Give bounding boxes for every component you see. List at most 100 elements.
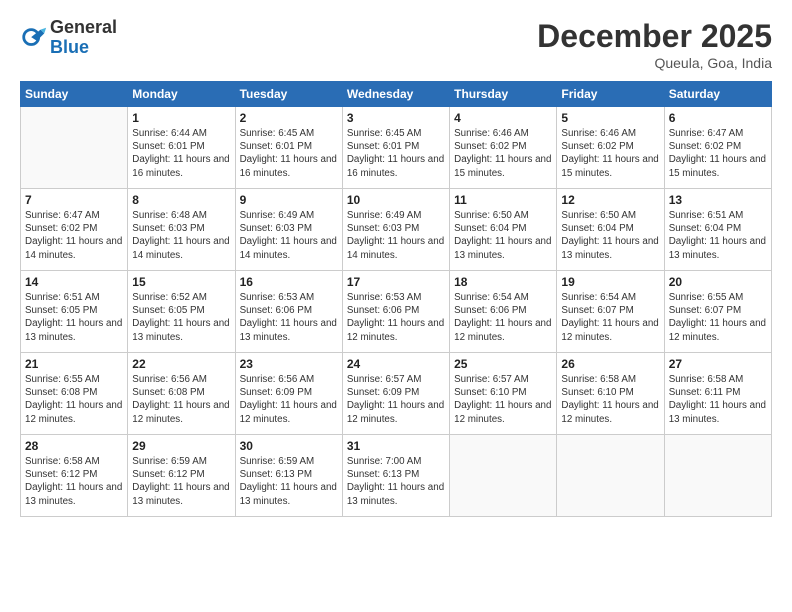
calendar-cell: 27 Sunrise: 6:58 AMSunset: 6:11 PMDayligh… xyxy=(664,353,771,435)
calendar-cell: 7 Sunrise: 6:47 AMSunset: 6:02 PMDaylight… xyxy=(21,189,128,271)
page: General Blue December 2025 Queula, Goa, … xyxy=(0,0,792,612)
day-info: Sunrise: 6:56 AMSunset: 6:08 PMDaylight:… xyxy=(132,373,230,426)
day-info: Sunrise: 6:55 AMSunset: 6:07 PMDaylight:… xyxy=(669,291,767,344)
day-info: Sunrise: 6:48 AMSunset: 6:03 PMDaylight:… xyxy=(132,209,230,262)
calendar-cell xyxy=(664,435,771,517)
day-info: Sunrise: 6:46 AMSunset: 6:02 PMDaylight:… xyxy=(454,127,552,180)
day-number: 29 xyxy=(132,439,230,453)
day-number: 23 xyxy=(240,357,338,371)
calendar-cell: 9Sunrise: 6:49 AMSunset: 6:03 PMDaylight… xyxy=(235,189,342,271)
day-info: Sunrise: 6:59 AMSunset: 6:13 PMDaylight:… xyxy=(240,455,338,508)
day-number: 3 xyxy=(347,111,445,125)
day-info: Sunrise: 6:53 AMSunset: 6:06 PMDaylight:… xyxy=(347,291,445,344)
logo-blue: Blue xyxy=(50,38,117,58)
day-info: Sunrise: 6:50 AMSunset: 6:04 PMDaylight:… xyxy=(561,209,659,262)
day-number: 12 xyxy=(561,193,659,207)
calendar-cell: 26 Sunrise: 6:58 AMSunset: 6:10 PMDayligh… xyxy=(557,353,664,435)
day-number: 7 xyxy=(25,193,123,207)
day-info: Sunrise: 6:51 AMSunset: 6:04 PMDaylight:… xyxy=(669,209,767,262)
day-number: 14 xyxy=(25,275,123,289)
day-header-friday: Friday xyxy=(557,82,664,107)
day-number: 6 xyxy=(669,111,767,125)
day-number: 15 xyxy=(132,275,230,289)
day-number: 19 xyxy=(561,275,659,289)
day-info: Sunrise: 6:58 AMSunset: 6:10 PMDaylight:… xyxy=(561,373,659,426)
calendar-cell: 4 Sunrise: 6:46 AMSunset: 6:02 PMDaylight… xyxy=(450,107,557,189)
day-number: 11 xyxy=(454,193,552,207)
day-header-sunday: Sunday xyxy=(21,82,128,107)
calendar-cell xyxy=(450,435,557,517)
day-info: Sunrise: 6:54 AMSunset: 6:07 PMDaylight:… xyxy=(561,291,659,344)
day-header-wednesday: Wednesday xyxy=(342,82,449,107)
calendar-week-row: 1Sunrise: 6:44 AMSunset: 6:01 PMDaylight… xyxy=(21,107,772,189)
day-number: 16 xyxy=(240,275,338,289)
day-header-tuesday: Tuesday xyxy=(235,82,342,107)
calendar-cell: 5Sunrise: 6:46 AMSunset: 6:02 PMDaylight… xyxy=(557,107,664,189)
day-number: 26 xyxy=(561,357,659,371)
day-number: 27 xyxy=(669,357,767,371)
calendar-header-row: SundayMondayTuesdayWednesdayThursdayFrid… xyxy=(21,82,772,107)
calendar-cell xyxy=(21,107,128,189)
calendar-week-row: 7 Sunrise: 6:47 AMSunset: 6:02 PMDaylight… xyxy=(21,189,772,271)
day-info: Sunrise: 6:54 AMSunset: 6:06 PMDaylight:… xyxy=(454,291,552,344)
day-info: Sunrise: 6:55 AMSunset: 6:08 PMDaylight:… xyxy=(25,373,123,426)
calendar-cell: 3 Sunrise: 6:45 AMSunset: 6:01 PMDaylight… xyxy=(342,107,449,189)
calendar-cell: 18 Sunrise: 6:54 AMSunset: 6:06 PMDayligh… xyxy=(450,271,557,353)
location: Queula, Goa, India xyxy=(537,55,772,71)
day-info: Sunrise: 6:49 AMSunset: 6:03 PMDaylight:… xyxy=(240,209,338,262)
calendar-cell: 6 Sunrise: 6:47 AMSunset: 6:02 PMDaylight… xyxy=(664,107,771,189)
day-header-saturday: Saturday xyxy=(664,82,771,107)
day-header-monday: Monday xyxy=(128,82,235,107)
header: General Blue December 2025 Queula, Goa, … xyxy=(20,18,772,71)
calendar-cell: 22Sunrise: 6:56 AMSunset: 6:08 PMDayligh… xyxy=(128,353,235,435)
calendar-cell: 13 Sunrise: 6:51 AMSunset: 6:04 PMDayligh… xyxy=(664,189,771,271)
day-info: Sunrise: 6:57 AMSunset: 6:10 PMDaylight:… xyxy=(454,373,552,426)
day-info: Sunrise: 6:58 AMSunset: 6:12 PMDaylight:… xyxy=(25,455,123,508)
calendar-cell xyxy=(557,435,664,517)
calendar: SundayMondayTuesdayWednesdayThursdayFrid… xyxy=(20,81,772,517)
day-number: 2 xyxy=(240,111,338,125)
calendar-cell: 15Sunrise: 6:52 AMSunset: 6:05 PMDayligh… xyxy=(128,271,235,353)
day-number: 10 xyxy=(347,193,445,207)
day-number: 28 xyxy=(25,439,123,453)
day-info: Sunrise: 6:50 AMSunset: 6:04 PMDaylight:… xyxy=(454,209,552,262)
logo-icon xyxy=(20,24,48,52)
logo-text: General Blue xyxy=(50,18,117,58)
day-info: Sunrise: 6:46 AMSunset: 6:02 PMDaylight:… xyxy=(561,127,659,180)
calendar-week-row: 28 Sunrise: 6:58 AMSunset: 6:12 PMDayligh… xyxy=(21,435,772,517)
logo-general: General xyxy=(50,18,117,38)
calendar-cell: 28 Sunrise: 6:58 AMSunset: 6:12 PMDayligh… xyxy=(21,435,128,517)
calendar-cell: 29 Sunrise: 6:59 AMSunset: 6:12 PMDayligh… xyxy=(128,435,235,517)
day-info: Sunrise: 6:51 AMSunset: 6:05 PMDaylight:… xyxy=(25,291,123,344)
calendar-cell: 31Sunrise: 7:00 AMSunset: 6:13 PMDayligh… xyxy=(342,435,449,517)
day-number: 25 xyxy=(454,357,552,371)
calendar-cell: 2 Sunrise: 6:45 AMSunset: 6:01 PMDaylight… xyxy=(235,107,342,189)
day-number: 13 xyxy=(669,193,767,207)
calendar-cell: 19 Sunrise: 6:54 AMSunset: 6:07 PMDayligh… xyxy=(557,271,664,353)
calendar-cell: 10 Sunrise: 6:49 AMSunset: 6:03 PMDayligh… xyxy=(342,189,449,271)
title-block: December 2025 Queula, Goa, India xyxy=(537,18,772,71)
day-info: Sunrise: 6:58 AMSunset: 6:11 PMDaylight:… xyxy=(669,373,767,426)
calendar-cell: 17 Sunrise: 6:53 AMSunset: 6:06 PMDayligh… xyxy=(342,271,449,353)
day-number: 1 xyxy=(132,111,230,125)
day-info: Sunrise: 6:45 AMSunset: 6:01 PMDaylight:… xyxy=(240,127,338,180)
day-info: Sunrise: 6:47 AMSunset: 6:02 PMDaylight:… xyxy=(669,127,767,180)
day-info: Sunrise: 6:49 AMSunset: 6:03 PMDaylight:… xyxy=(347,209,445,262)
day-info: Sunrise: 6:59 AMSunset: 6:12 PMDaylight:… xyxy=(132,455,230,508)
day-info: Sunrise: 6:45 AMSunset: 6:01 PMDaylight:… xyxy=(347,127,445,180)
day-header-thursday: Thursday xyxy=(450,82,557,107)
month-title: December 2025 xyxy=(537,18,772,55)
day-number: 20 xyxy=(669,275,767,289)
calendar-cell: 11 Sunrise: 6:50 AMSunset: 6:04 PMDayligh… xyxy=(450,189,557,271)
calendar-cell: 14 Sunrise: 6:51 AMSunset: 6:05 PMDayligh… xyxy=(21,271,128,353)
calendar-week-row: 14 Sunrise: 6:51 AMSunset: 6:05 PMDayligh… xyxy=(21,271,772,353)
day-number: 8 xyxy=(132,193,230,207)
day-number: 18 xyxy=(454,275,552,289)
day-number: 17 xyxy=(347,275,445,289)
calendar-cell: 1Sunrise: 6:44 AMSunset: 6:01 PMDaylight… xyxy=(128,107,235,189)
day-number: 4 xyxy=(454,111,552,125)
calendar-cell: 30Sunrise: 6:59 AMSunset: 6:13 PMDayligh… xyxy=(235,435,342,517)
day-info: Sunrise: 6:47 AMSunset: 6:02 PMDaylight:… xyxy=(25,209,123,262)
day-info: Sunrise: 6:56 AMSunset: 6:09 PMDaylight:… xyxy=(240,373,338,426)
calendar-cell: 25 Sunrise: 6:57 AMSunset: 6:10 PMDayligh… xyxy=(450,353,557,435)
